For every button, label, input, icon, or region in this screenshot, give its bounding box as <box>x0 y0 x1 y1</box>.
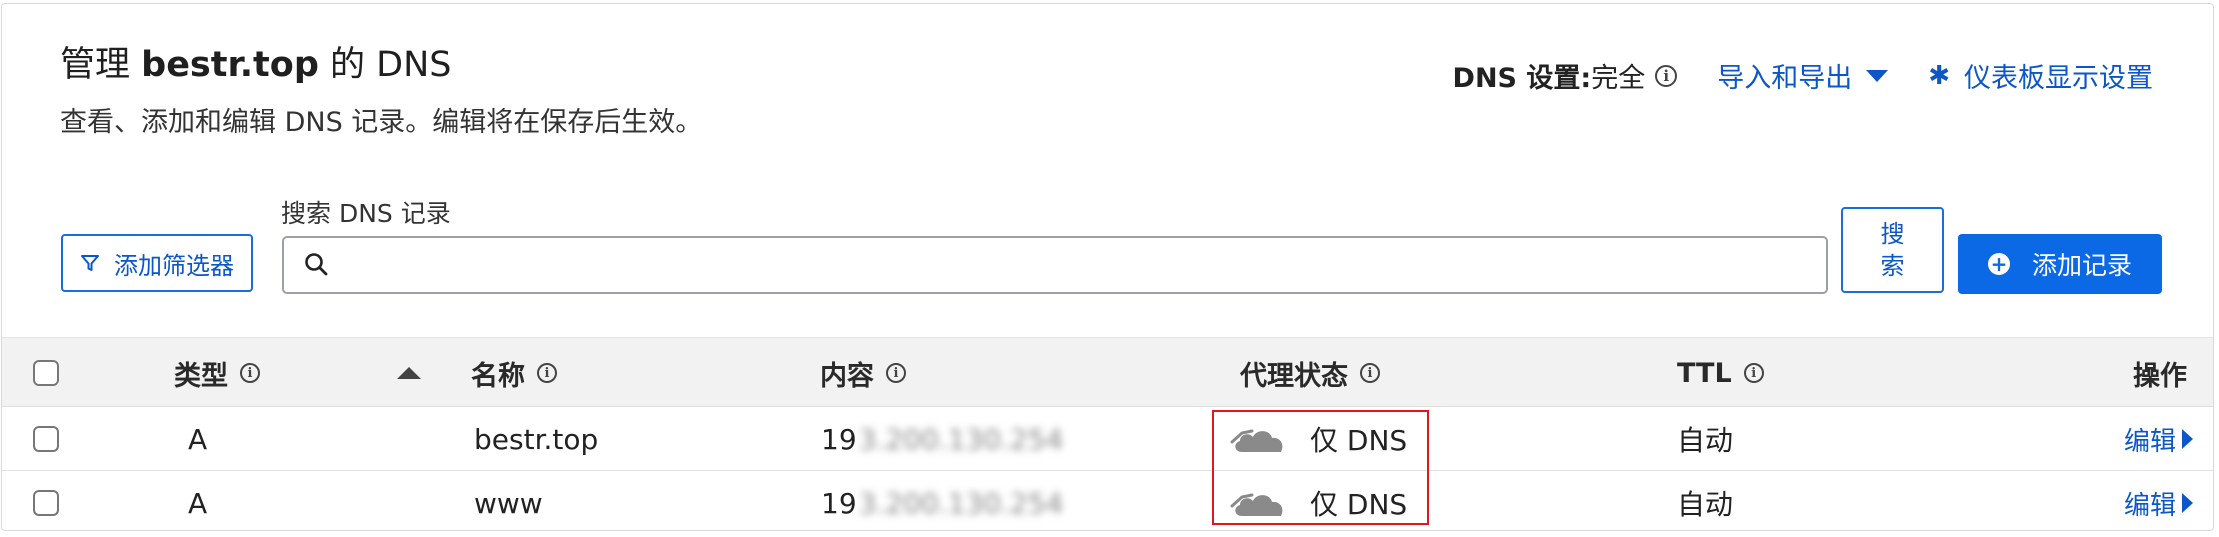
record-type: A <box>188 486 208 520</box>
gear-icon: ✱ <box>1928 60 1950 91</box>
cloud-dns-only-icon <box>1230 493 1283 516</box>
record-content: 19 3.200.130.254 <box>821 471 1064 530</box>
edit-record-button[interactable]: 编辑 <box>2123 471 2193 530</box>
edit-label: 编辑 <box>2123 426 2176 457</box>
page-subtitle: 查看、添加和编辑 DNS 记录。编辑将在保存后生效。 <box>60 107 703 138</box>
column-content-label: 内容 <box>820 360 874 392</box>
import-export-dropdown[interactable]: 导入和导出 <box>1717 56 1889 95</box>
record-name: bestr.top <box>474 422 599 456</box>
dashboard-settings-link[interactable]: ✱ 仪表板显示设置 <box>1928 56 2153 95</box>
dns-setting-value: 完全 <box>1591 63 1646 94</box>
table-header: 类型 i 名称 i 内容 i 代理状态 i TTL i 操作 <box>2 337 2213 408</box>
title-suffix: 的 DNS <box>318 45 452 85</box>
cloud-dns-only-icon <box>1230 429 1283 452</box>
sort-ascending-icon[interactable] <box>397 367 421 379</box>
dns-setting-status: DNS 设置: 完全 i <box>1453 56 1678 95</box>
column-type[interactable]: 类型 i <box>174 338 260 408</box>
info-icon[interactable]: i <box>1360 363 1380 383</box>
column-actions: 操作 <box>2133 338 2187 408</box>
search-input[interactable] <box>342 237 1826 293</box>
proxy-status-label: 仅 DNS <box>1310 488 1408 521</box>
title-prefix: 管理 <box>60 45 142 85</box>
record-type: A <box>188 422 208 456</box>
dns-setting-label: DNS 设置: <box>1452 63 1592 94</box>
column-content[interactable]: 内容 i <box>820 338 906 408</box>
column-actions-label: 操作 <box>2133 360 2187 392</box>
edit-record-button[interactable]: 编辑 <box>2124 407 2193 471</box>
proxy-status-label: 仅 DNS <box>1310 424 1408 457</box>
record-proxy-status[interactable]: 仅 DNS <box>1230 471 1408 530</box>
filter-icon <box>81 255 99 271</box>
record-content-visible: 19 <box>821 422 857 456</box>
edit-label: 编辑 <box>2123 490 2176 521</box>
record-name: www <box>474 486 543 520</box>
search-label: 搜索 DNS 记录 <box>281 199 451 228</box>
table-row: A www 19 3.200.130.254 仅 DNS 自动 编辑 <box>2 471 2213 530</box>
import-export-label: 导入和导出 <box>1717 63 1853 94</box>
select-all-checkbox[interactable] <box>33 360 59 386</box>
record-content: 19 3.200.130.254 <box>821 407 1064 471</box>
record-ttl: 自动 <box>1677 424 1734 457</box>
info-icon[interactable]: i <box>1655 64 1678 87</box>
record-content-visible: 19 <box>821 486 857 520</box>
add-record-label: 添加记录 <box>2031 251 2132 280</box>
column-ttl-label: TTL <box>1677 357 1732 389</box>
header-actions: DNS 设置: 完全 i 导入和导出 ✱ 仪表板显示设置 <box>1453 56 2153 95</box>
title-domain: bestr.top <box>141 45 319 85</box>
column-name[interactable]: 名称 i <box>471 338 557 408</box>
row-checkbox[interactable] <box>33 490 59 516</box>
caret-down-icon <box>1866 69 1889 82</box>
triangle-right-icon <box>2182 429 2193 449</box>
add-filter-button[interactable]: 添加筛选器 <box>61 234 253 292</box>
dns-records-card: 管理 bestr.top 的 DNS 查看、添加和编辑 DNS 记录。编辑将在保… <box>1 3 2214 531</box>
column-proxy-status-label: 代理状态 <box>1240 360 1348 392</box>
row-checkbox[interactable] <box>33 426 59 452</box>
add-record-button[interactable]: + 添加记录 <box>1958 234 2162 294</box>
column-proxy-status[interactable]: 代理状态 i <box>1240 338 1380 408</box>
column-ttl[interactable]: TTL i <box>1677 338 1764 408</box>
column-type-label: 类型 <box>174 360 228 392</box>
add-filter-label: 添加筛选器 <box>114 251 234 280</box>
plus-circle-icon: + <box>1987 253 2010 275</box>
record-proxy-status[interactable]: 仅 DNS <box>1230 407 1407 471</box>
info-icon[interactable]: i <box>537 363 557 383</box>
triangle-right-icon <box>2182 493 2193 513</box>
record-content-redacted: 3.200.130.254 <box>858 486 1064 520</box>
dashboard-settings-label: 仪表板显示设置 <box>1964 63 2153 94</box>
info-icon[interactable]: i <box>240 363 260 383</box>
table-row: A bestr.top 19 3.200.130.254 仅 DNS 自动 编辑 <box>2 407 2213 471</box>
info-icon[interactable]: i <box>1743 363 1764 383</box>
record-content-redacted: 3.200.130.254 <box>858 422 1064 456</box>
record-ttl: 自动 <box>1677 488 1734 521</box>
column-name-label: 名称 <box>471 360 525 392</box>
search-button[interactable]: 搜索 <box>1841 207 1944 293</box>
search-icon <box>305 253 328 276</box>
info-icon[interactable]: i <box>886 363 906 383</box>
page-title: 管理 bestr.top 的 DNS <box>60 36 452 87</box>
search-field[interactable] <box>282 236 1828 294</box>
